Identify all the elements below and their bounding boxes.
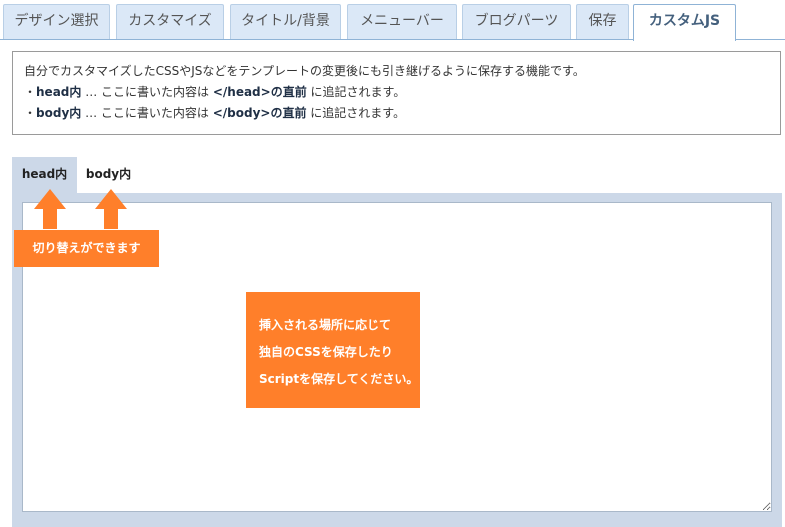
head-position: </head>の直前 (212, 85, 307, 99)
tab-customize[interactable]: カスタマイズ (116, 4, 224, 39)
up-arrow-icon (95, 189, 127, 229)
body-position: </body>の直前 (212, 106, 307, 120)
tab-custom-js[interactable]: カスタムJS (633, 4, 736, 41)
tab-title-background[interactable]: タイトル/背景 (230, 4, 341, 39)
tab-design-select[interactable]: デザイン選択 (3, 4, 110, 39)
head-tail-text: に追記されます。 (306, 85, 406, 99)
head-mid-text: … ここに書いた内容は (81, 85, 213, 99)
up-arrow-icon (34, 189, 66, 229)
note-line: 独自のCSSを保存したり (259, 345, 393, 359)
bullet: ・ (24, 106, 37, 120)
body-term: body内 (36, 106, 82, 120)
tab-menubar[interactable]: メニューバー (347, 4, 457, 39)
note-line: Scriptを保存してください。 (259, 372, 419, 386)
body-tail-text: に追記されます。 (306, 106, 406, 120)
head-term: head内 (36, 85, 82, 99)
subtab-body[interactable]: body内 (77, 157, 140, 193)
subtab-head[interactable]: head内 (12, 157, 77, 193)
description-box: 自分でカスタマイズしたCSSやJSなどをテンプレートの変更後にも引き継げるように… (12, 51, 781, 135)
switch-hint-callout: 切り替えができます (14, 230, 159, 267)
body-mid-text: … ここに書いた内容は (81, 106, 213, 120)
usage-note-callout: 挿入される場所に応じて 独自のCSSを保存したり Scriptを保存してください… (246, 292, 420, 408)
description-head-line: ・head内 … ここに書いた内容は </head>の直前 に追記されます。 (24, 82, 780, 103)
tab-save[interactable]: 保存 (576, 4, 629, 39)
description-intro: 自分でカスタマイズしたCSSやJSなどをテンプレートの変更後にも引き継げるように… (24, 64, 585, 78)
top-tab-bar: デザイン選択 カスタマイズ タイトル/背景 メニューバー ブログパーツ 保存 カ… (0, 0, 785, 41)
description-body-line: ・body内 … ここに書いた内容は </body>の直前 に追記されます。 (24, 103, 780, 124)
bullet: ・ (24, 85, 37, 99)
note-line: 挿入される場所に応じて (259, 318, 392, 332)
tab-blog-parts[interactable]: ブログパーツ (462, 4, 571, 39)
